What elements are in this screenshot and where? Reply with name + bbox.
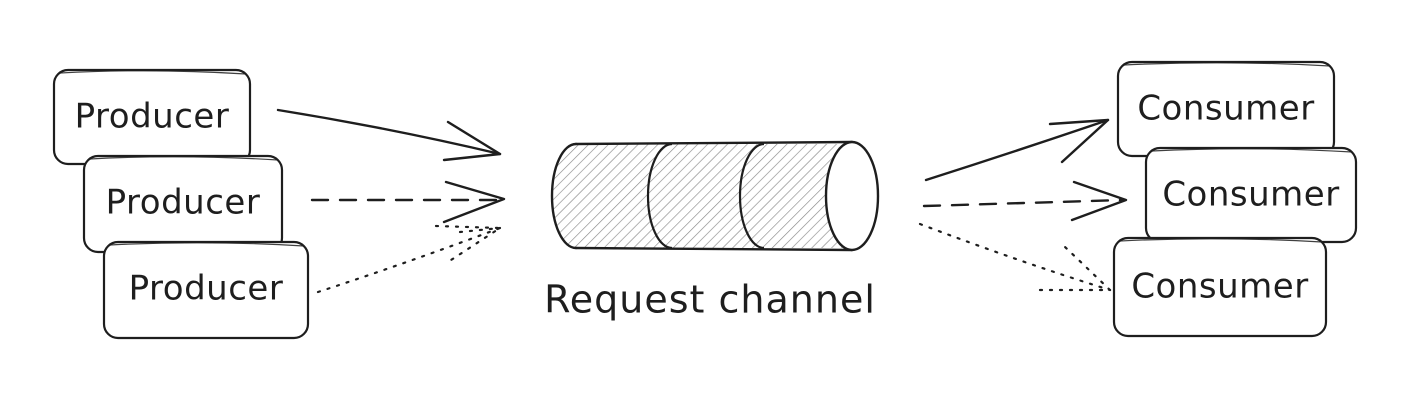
- consumer-arrow-dashed: [922, 180, 1128, 222]
- producer-label-3: Producer: [129, 269, 284, 309]
- channel-label: Request channel: [544, 278, 876, 322]
- consumer-label-3: Consumer: [1131, 267, 1308, 307]
- producer-arrow-dashed: [310, 180, 506, 224]
- producer-label-2: Producer: [106, 183, 261, 223]
- consumer-box-2: Consumer: [1144, 146, 1358, 244]
- producer-box-3: Producer: [102, 240, 310, 340]
- producer-arrow-solid: [276, 108, 502, 162]
- channel-opening: [824, 140, 880, 252]
- consumer-arrow-solid: [924, 118, 1110, 182]
- consumer-arrow-dotted: [918, 222, 1112, 292]
- request-channel-diagram: Producer Producer Producer Request chann…: [52, 60, 1358, 340]
- consumer-box-3: Consumer: [1112, 236, 1328, 338]
- consumer-label-2: Consumer: [1162, 175, 1339, 215]
- consumer-label-1: Consumer: [1137, 89, 1314, 129]
- request-channel-cylinder: [550, 140, 880, 252]
- producer-arrow-dotted: [316, 224, 502, 294]
- producer-box-2: Producer: [82, 154, 284, 254]
- consumer-box-1: Consumer: [1116, 60, 1336, 158]
- producer-label-1: Producer: [75, 97, 230, 137]
- producer-box-1: Producer: [52, 68, 252, 166]
